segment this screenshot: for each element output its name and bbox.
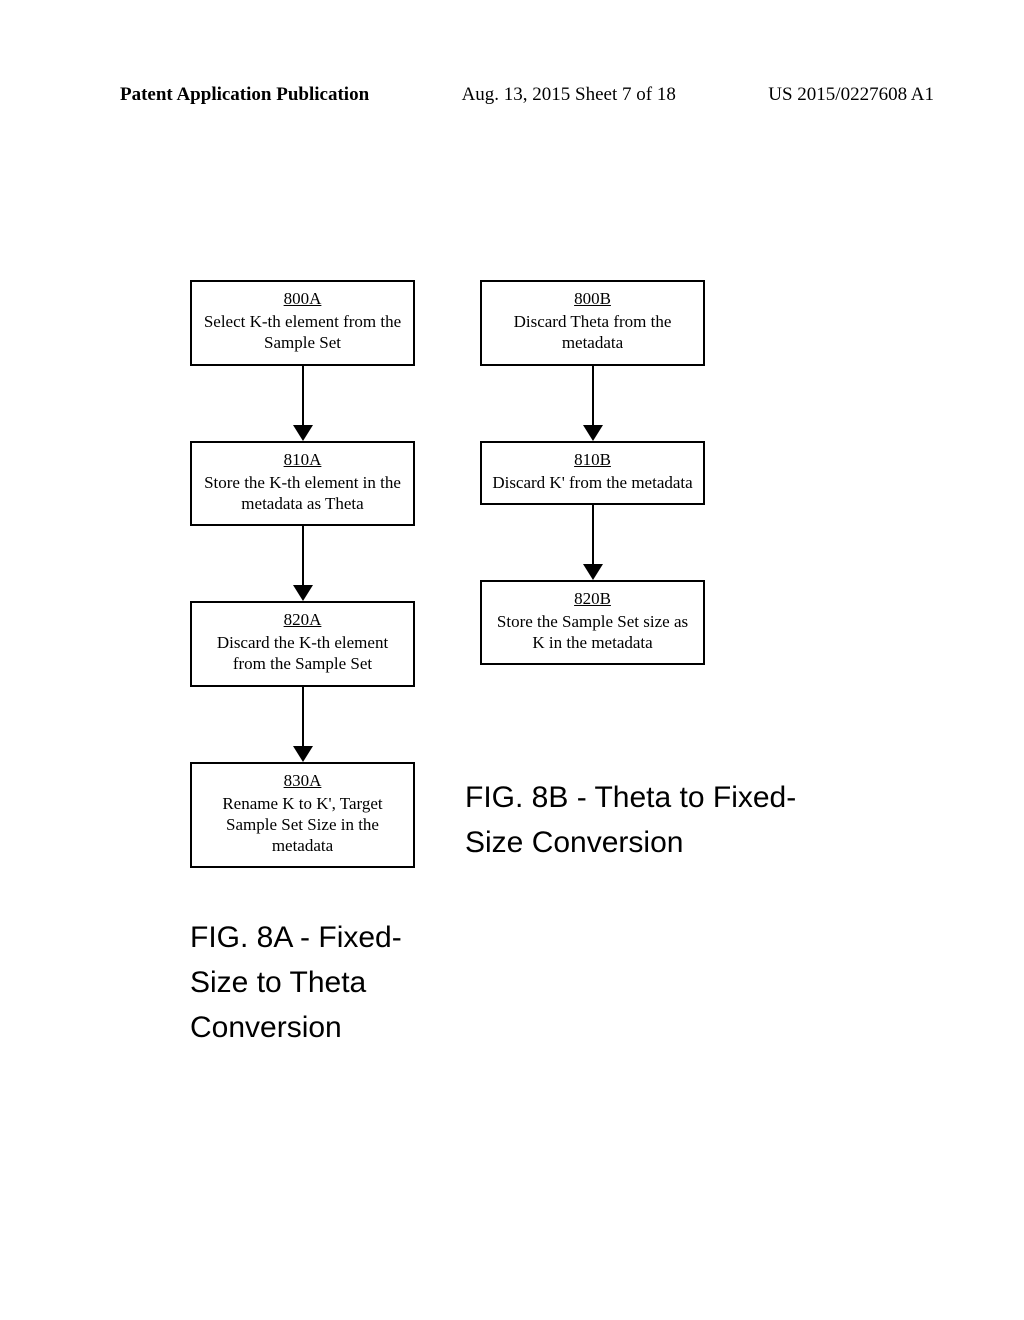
figure-label-b: FIG. 8B - Theta to Fixed-Size Conversion — [465, 775, 815, 865]
figure-label-a: FIG. 8A - Fixed-Size to Theta Conversion — [190, 915, 420, 1050]
box-id: 800B — [492, 289, 693, 309]
arrow-line — [302, 687, 304, 746]
flowchart-box: 820A Discard the K-th element from the S… — [190, 601, 415, 687]
flowchart-box: 810B Discard K' from the metadata — [480, 441, 705, 505]
box-text: Rename K to K', Target Sample Set Size i… — [222, 794, 382, 856]
flowchart-b: 800B Discard Theta from the metadata 810… — [480, 280, 705, 665]
box-text: Discard the K-th element from the Sample… — [217, 633, 388, 673]
arrow-head-icon — [293, 585, 313, 601]
flowchart-box: 810A Store the K-th element in the metad… — [190, 441, 415, 527]
arrow-wrapper — [480, 505, 705, 580]
box-text: Discard Theta from the metadata — [514, 312, 672, 352]
arrow-head-icon — [293, 746, 313, 762]
arrow-line — [302, 526, 304, 585]
flow-arrow — [583, 366, 603, 441]
flowchart-box: 820B Store the Sample Set size as K in t… — [480, 580, 705, 666]
box-text: Select K-th element from the Sample Set — [204, 312, 401, 352]
box-id: 810A — [202, 450, 403, 470]
box-id: 820B — [492, 589, 693, 609]
box-text: Store the K-th element in the metadata a… — [204, 473, 401, 513]
flowchart-a: 800A Select K-th element from the Sample… — [190, 280, 415, 868]
arrow-head-icon — [583, 564, 603, 580]
box-id: 830A — [202, 771, 403, 791]
arrow-wrapper — [190, 687, 415, 762]
page-header: Patent Application Publication Aug. 13, … — [0, 84, 1024, 106]
box-id: 810B — [492, 450, 693, 470]
flowchart-box: 800A Select K-th element from the Sample… — [190, 280, 415, 366]
header-right: US 2015/0227608 A1 — [768, 84, 934, 106]
flowchart-box: 830A Rename K to K', Target Sample Set S… — [190, 762, 415, 869]
flow-arrow — [293, 687, 313, 762]
flow-arrow — [293, 526, 313, 601]
arrow-head-icon — [293, 425, 313, 441]
arrow-wrapper — [190, 526, 415, 601]
header-center: Aug. 13, 2015 Sheet 7 of 18 — [462, 84, 676, 106]
flow-arrow — [583, 505, 603, 580]
arrow-wrapper — [190, 366, 415, 441]
arrow-line — [592, 505, 594, 564]
flow-arrow — [293, 366, 313, 441]
box-text: Discard K' from the metadata — [492, 473, 692, 492]
flowchart-box: 800B Discard Theta from the metadata — [480, 280, 705, 366]
arrow-head-icon — [583, 425, 603, 441]
box-id: 820A — [202, 610, 403, 630]
box-text: Store the Sample Set size as K in the me… — [497, 612, 688, 652]
header-left: Patent Application Publication — [120, 84, 369, 106]
box-id: 800A — [202, 289, 403, 309]
arrow-wrapper — [480, 366, 705, 441]
arrow-line — [592, 366, 594, 425]
arrow-line — [302, 366, 304, 425]
